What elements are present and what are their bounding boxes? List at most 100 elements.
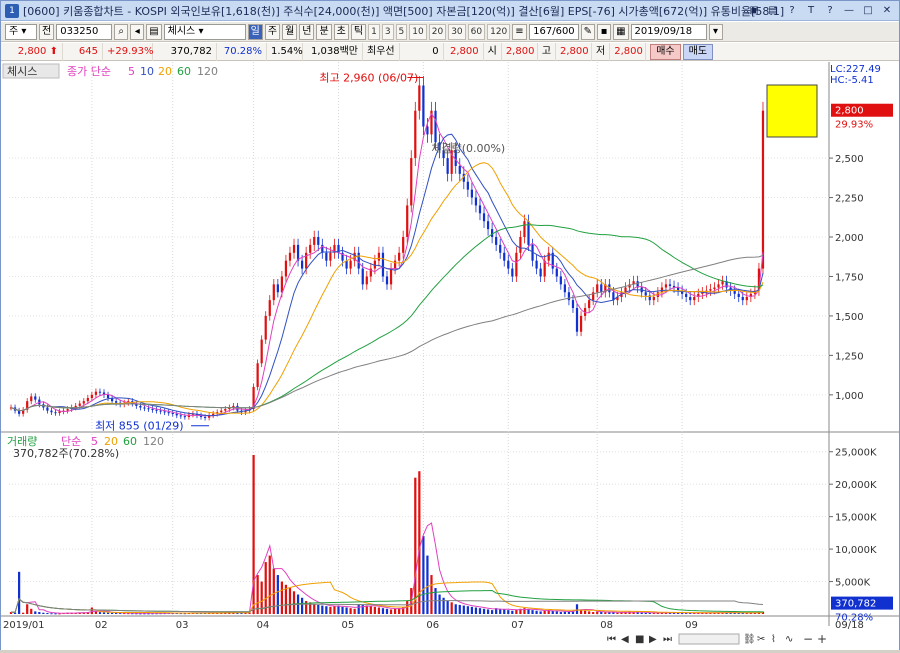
volume-bar	[345, 607, 348, 614]
minute-5-button[interactable]: 5	[395, 23, 408, 40]
zoom-out-icon[interactable]: −	[803, 632, 813, 646]
tool-icon[interactable]: ✂	[757, 634, 765, 645]
candle-body	[652, 296, 655, 301]
candle-body	[539, 268, 542, 277]
next-icon[interactable]: ▶	[649, 634, 657, 645]
stock-name-field[interactable]: 체시스 ▾	[163, 23, 246, 40]
first-icon[interactable]: ⏮	[607, 634, 616, 645]
overlay-marker-box[interactable]	[766, 84, 818, 138]
lc-label: LC:227.49	[830, 64, 881, 75]
candle-body	[600, 284, 603, 293]
candle-body	[313, 237, 316, 245]
quote-best-sell-value: 0	[400, 42, 444, 61]
volume-tick-label: 25,000K	[835, 448, 877, 459]
quote-price-value: 2,800	[17, 45, 47, 57]
volume-current-label: 370,782주(70.28%)	[13, 447, 119, 460]
date-input[interactable]: 2019/09/18	[630, 23, 707, 40]
period-week-button[interactable]: 주	[264, 23, 281, 40]
volume-bar	[414, 477, 417, 614]
stock-chart[interactable]: 1,000 1,250 1,500 1,750 2,000 2,250 2,500 최고 2,…	[1, 62, 899, 650]
minimize-button[interactable]: —	[841, 3, 857, 18]
edit-icon[interactable]: ✎	[580, 23, 596, 40]
minute-60-button[interactable]: 60	[467, 23, 486, 40]
candle-body	[288, 252, 292, 261]
zoom-in-icon[interactable]: +	[817, 632, 827, 646]
calendar-icon[interactable]: ▦	[613, 23, 629, 40]
link-icon[interactable]: ▣	[746, 3, 762, 18]
period-tick-button[interactable]: 틱	[350, 23, 367, 40]
minute-120-button[interactable]: 120	[487, 23, 511, 40]
candle-body	[644, 292, 647, 296]
candle-body	[155, 409, 158, 411]
data-count-field[interactable]: 167/600	[528, 23, 579, 40]
candle-body	[414, 110, 417, 159]
info-icon[interactable]: ▤	[146, 23, 162, 40]
question-icon[interactable]: ?	[822, 3, 838, 18]
candle-body	[280, 276, 283, 293]
period-second-button[interactable]: 초	[333, 23, 349, 40]
screen-icon[interactable]: ▤	[765, 3, 781, 18]
last-icon[interactable]: ⏭	[663, 634, 672, 645]
market-all-button[interactable]: 전	[39, 23, 55, 40]
candle-body	[709, 289, 712, 291]
period-month-button[interactable]: 월	[282, 23, 298, 40]
volume-bar	[349, 608, 352, 614]
maximize-button[interactable]: □	[860, 3, 876, 18]
minute-30-button[interactable]: 30	[448, 23, 466, 40]
candle-body	[596, 284, 599, 293]
sell-button[interactable]: 매도	[682, 43, 714, 60]
candle-body	[503, 252, 506, 261]
candle-body	[381, 252, 385, 277]
candle-body	[389, 268, 393, 285]
stock-code-input[interactable]: 033250	[56, 23, 113, 40]
volume-bar	[333, 606, 336, 614]
quote-bar: 2,800 ⬆ 645 +29.93% 370,782 70.28% 1.54%…	[1, 42, 899, 61]
search-icon[interactable]: ⌕	[114, 23, 129, 40]
candle-body	[220, 410, 223, 413]
candle-body	[256, 363, 259, 387]
quote-low-label: 저	[592, 42, 611, 61]
buy-button[interactable]: 매수	[650, 43, 681, 60]
candle-body	[365, 276, 368, 285]
save-icon[interactable]: ▪	[597, 23, 612, 40]
candle-body	[660, 287, 664, 293]
market-select[interactable]: 주 ▾	[5, 23, 37, 40]
measure-icon[interactable]: ⌇	[771, 634, 776, 645]
quote-price: 2,800 ⬆	[1, 42, 63, 61]
volume-ma-line	[10, 522, 764, 614]
link-tool-icon[interactable]: ∿	[785, 634, 793, 645]
price-pane-title: 체시스	[7, 65, 37, 78]
volume-bar	[563, 611, 566, 614]
volume-bar	[313, 604, 316, 614]
minute-10-button[interactable]: 10	[409, 23, 427, 40]
volume-bar	[466, 606, 469, 614]
connect-icon[interactable]: ⛓	[743, 633, 756, 645]
volume-bar	[272, 568, 275, 614]
period-day-button[interactable]: 일	[247, 23, 263, 40]
minute-20-button[interactable]: 20	[428, 23, 447, 40]
candle-body	[737, 293, 740, 297]
minute-3-button[interactable]: 3	[381, 23, 394, 40]
candle-body	[406, 205, 409, 238]
close-button[interactable]: ✕	[879, 3, 895, 18]
text-icon[interactable]: T	[803, 3, 819, 18]
minute-1-button[interactable]: 1	[368, 23, 380, 40]
prev-stock-icon[interactable]: ◂	[130, 23, 145, 40]
list-icon[interactable]: ≡	[512, 23, 527, 40]
candle-body	[139, 405, 142, 408]
chart-area[interactable]: 1,000 1,250 1,500 1,750 2,000 2,250 2,500 최고 2,…	[1, 62, 899, 650]
period-year-button[interactable]: 년	[299, 23, 315, 40]
candle-body	[46, 407, 49, 411]
candle-body	[482, 213, 486, 222]
help-icon[interactable]: ?	[784, 3, 800, 18]
date-dropdown-icon[interactable]: ▾	[708, 23, 723, 40]
quote-change-pct: +29.93%	[103, 42, 154, 61]
prev-icon[interactable]: ◀	[621, 634, 629, 645]
stop-icon[interactable]: ■	[635, 634, 644, 645]
scrollbar-track[interactable]	[678, 633, 740, 645]
period-minute-button[interactable]: 분	[316, 23, 332, 40]
volume-bar	[555, 611, 558, 614]
volume-bar	[30, 608, 33, 614]
candle-body	[717, 284, 720, 288]
volume-bar	[264, 562, 267, 614]
